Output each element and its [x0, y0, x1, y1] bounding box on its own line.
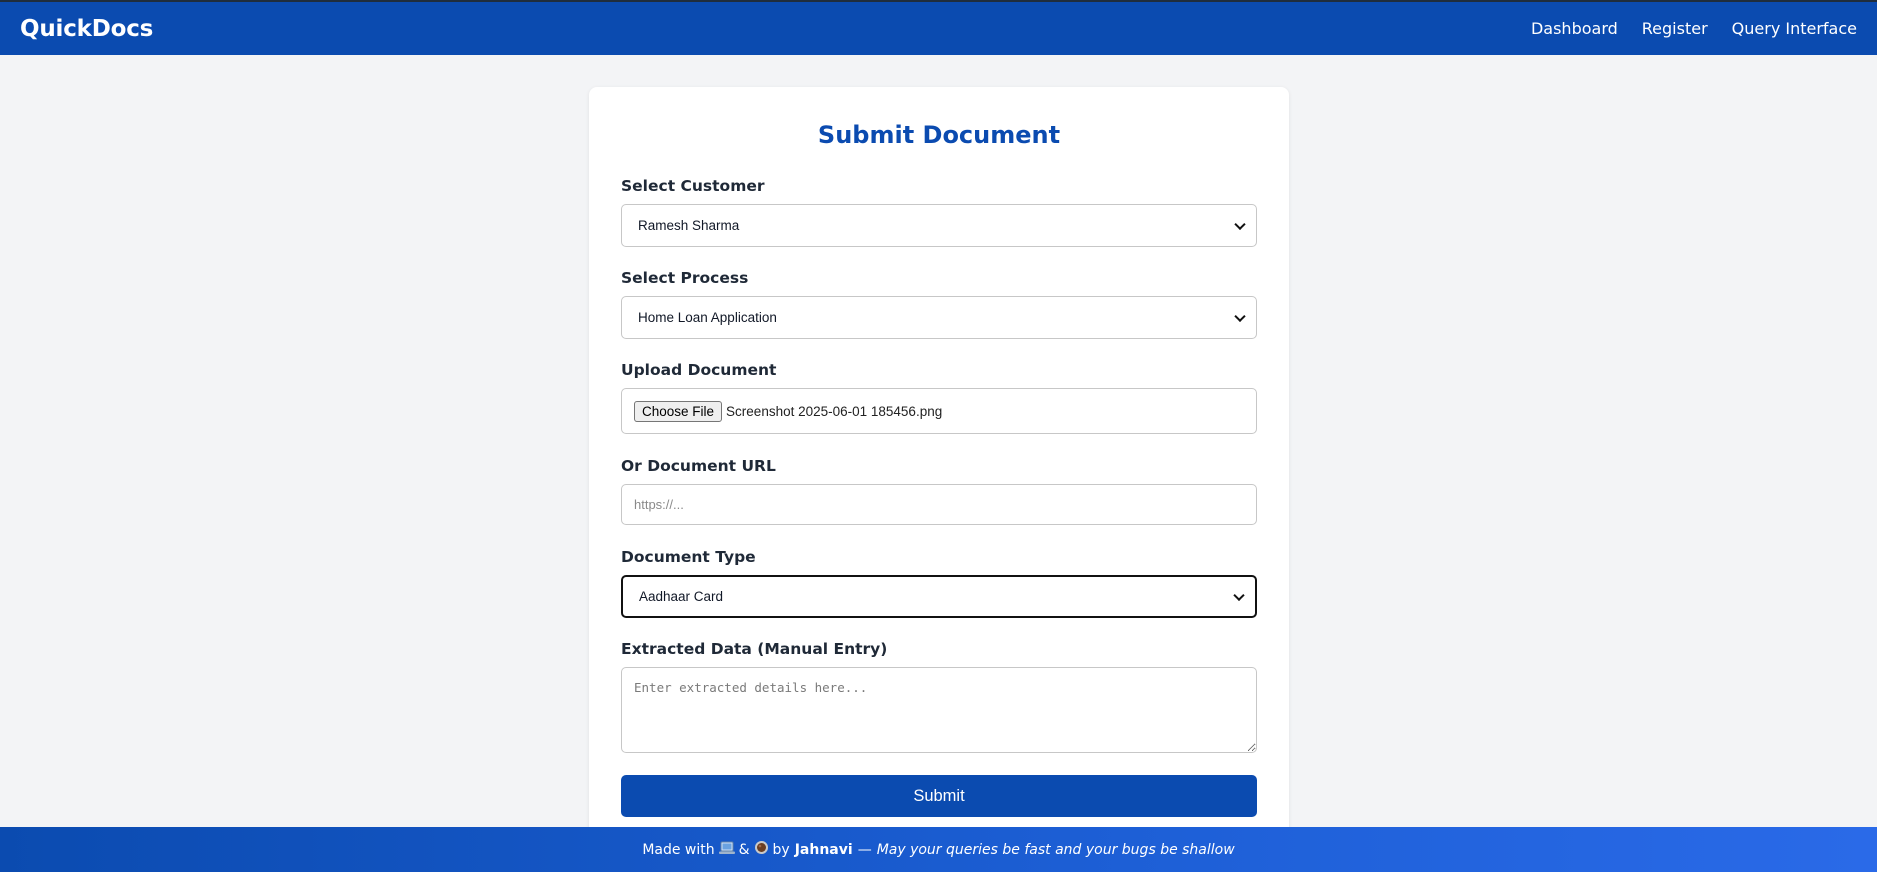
selected-filename: Screenshot 2025-06-01 185456.png — [726, 403, 943, 419]
process-field-group: Select Process Home Loan Application — [621, 269, 1257, 339]
choose-file-button[interactable]: Choose File — [634, 400, 723, 422]
document-url-input[interactable] — [621, 484, 1257, 525]
chevron-down-icon — [1234, 310, 1246, 322]
nav-query-interface-link[interactable]: Query Interface — [1732, 19, 1857, 38]
page-title: Submit Document — [817, 121, 1061, 149]
process-select-value: Home Loan Application — [638, 310, 777, 325]
extracted-label: Extracted Data (Manual Entry) — [621, 640, 888, 658]
footer: Made with & by Jahnavi — May your querie… — [0, 827, 1877, 872]
main-nav: Dashboard Register Query Interface — [1531, 19, 1857, 38]
upload-field-group: Upload Document Choose File Screenshot 2… — [621, 361, 1257, 434]
brand-logo[interactable]: QuickDocs — [20, 16, 153, 42]
customer-field-group: Select Customer Ramesh Sharma — [621, 177, 1257, 247]
document-type-value: Aadhaar Card — [639, 589, 724, 604]
process-label: Select Process — [621, 269, 749, 287]
submit-group: Submit — [621, 775, 1257, 817]
nav-dashboard-link[interactable]: Dashboard — [1531, 19, 1618, 38]
footer-tagline: May your queries be fast and your bugs b… — [876, 841, 1235, 858]
footer-by: by — [772, 841, 790, 858]
process-select[interactable]: Home Loan Application — [621, 296, 1257, 339]
extracted-field-group: Extracted Data (Manual Entry) — [621, 640, 1257, 757]
laptop-icon — [718, 841, 735, 859]
footer-dash: — — [857, 841, 872, 858]
customer-label: Select Customer — [621, 177, 765, 195]
customer-select[interactable]: Ramesh Sharma — [621, 204, 1257, 247]
footer-amp: & — [738, 841, 750, 858]
submit-document-card: Submit Document Select Customer Ramesh S… — [589, 87, 1289, 839]
submit-button[interactable]: Submit — [621, 775, 1257, 817]
url-field-group: Or Document URL — [621, 457, 1257, 525]
upload-label: Upload Document — [621, 361, 777, 379]
footer-author: Jahnavi — [794, 841, 853, 858]
chevron-down-icon — [1234, 218, 1246, 230]
url-label: Or Document URL — [621, 457, 776, 475]
extracted-data-textarea[interactable] — [621, 667, 1257, 753]
doc-type-field-group: Document Type Aadhaar Card — [621, 548, 1257, 618]
document-type-select[interactable]: Aadhaar Card — [621, 575, 1257, 618]
coffee-icon — [754, 840, 769, 859]
chevron-down-icon — [1233, 589, 1245, 601]
customer-select-value: Ramesh Sharma — [638, 218, 740, 233]
nav-register-link[interactable]: Register — [1642, 19, 1708, 38]
file-upload-input[interactable]: Choose File Screenshot 2025-06-01 185456… — [621, 388, 1257, 434]
doc-type-label: Document Type — [621, 548, 756, 566]
footer-made-with: Made with — [642, 841, 715, 858]
top-navbar: QuickDocs Dashboard Register Query Inter… — [0, 0, 1877, 55]
